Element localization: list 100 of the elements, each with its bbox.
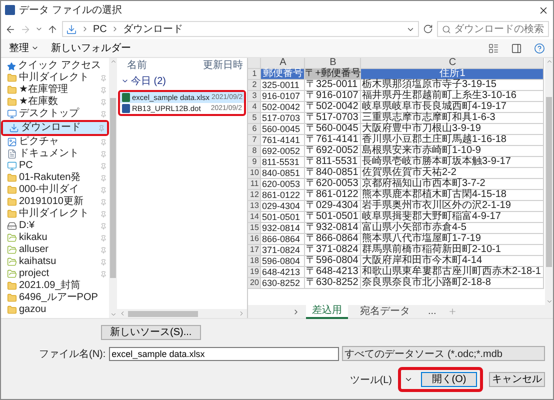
row-number: 3 [248, 91, 261, 102]
table-cell: 岩手県奥州市衣川区外の沢2-1-19 [361, 201, 544, 212]
table-cell: 〒761-4141 [305, 135, 361, 146]
column-header[interactable]: 名前 [127, 58, 147, 72]
organize-button[interactable]: 整理 [9, 41, 39, 55]
table-cell: 栃木県那須塩原市寺子3-19-15 [361, 80, 544, 91]
sidebar-item[interactable]: ピクチャ [1, 136, 109, 148]
sheet-tab[interactable]: 差込用 [306, 304, 348, 318]
row-number: 4 [248, 102, 261, 113]
open-button[interactable]: 開く(O) [421, 372, 477, 387]
new-source-button[interactable]: 新しいソース(S)... [101, 325, 201, 340]
sidebar-item[interactable]: project [1, 268, 109, 280]
column-letter: B [305, 58, 361, 69]
table-cell: 熊本県八代市塩屋町1-7-19 [361, 234, 544, 245]
table-cell: 648-4213 [261, 267, 305, 278]
sidebar-item[interactable]: クイック アクセス [1, 60, 109, 72]
sidebar-item[interactable]: 01-Rakuten発 [1, 172, 109, 184]
address-bar[interactable]: PC ダウンロード [62, 21, 419, 37]
row-number: 16 [248, 234, 261, 245]
table-cell: 〒325-0011 [305, 80, 361, 91]
sidebar-item[interactable]: デスクトップ [1, 108, 109, 120]
sidebar-item[interactable]: D:¥ [1, 220, 109, 232]
table-cell: 630-8252 [261, 278, 305, 289]
table-cell: 〒840-0851 [305, 168, 361, 179]
table-cell: 岐阜県揖斐郡大野町稲富4-9-17 [361, 212, 544, 223]
table-cell: 〒620-0053 [305, 179, 361, 190]
group-header[interactable]: 今日 (2) [117, 72, 247, 90]
sidebar-item[interactable]: alluser [1, 244, 109, 256]
sheet-tab[interactable]: 宛名データ [354, 306, 416, 318]
table-cell: 517-0703 [261, 113, 305, 124]
table-cell: 〒371-0824 [305, 245, 361, 256]
table-cell: 〒866-0864 [305, 234, 361, 245]
row-number: 10 [248, 168, 261, 179]
row-number: 18 [248, 256, 261, 267]
column-header[interactable]: 更新日時 [203, 58, 243, 72]
sidebar-item[interactable]: 000-中川ダイ [1, 184, 109, 196]
table-cell: 502-0042 [261, 102, 305, 113]
sidebar-item[interactable]: ★在庫数 [1, 96, 109, 108]
row-number: 8 [248, 146, 261, 157]
table-cell: 692-0052 [261, 146, 305, 157]
sidebar-item[interactable]: PC [1, 160, 109, 172]
table-cell: 富山県小矢部市赤倉4-5 [361, 223, 544, 234]
row-number: 7 [248, 135, 261, 146]
window-title: データ ファイルの選択 [19, 4, 123, 17]
table-cell: 福井県丹生郡越前町上糸生3-10-16 [361, 91, 544, 102]
table-cell: 和歌山県東牟婁郡古座川町西赤木2-18-1 [361, 267, 544, 278]
header-cell: 住所1 [361, 69, 544, 80]
breadcrumb[interactable]: PC [93, 24, 107, 34]
table-cell: 長崎県壱岐市勝本町坂本触3-9-17 [361, 157, 544, 168]
table-cell: 群馬県前橋市稲荷新田町2-10-1 [361, 245, 544, 256]
table-cell: 大阪府豊中市刀根山3-9-19 [361, 124, 544, 135]
table-cell: 〒692-0052 [305, 146, 361, 157]
row-number: 2 [248, 80, 261, 91]
file-type-dropdown[interactable]: すべてのデータソース (*.odc;*.mdb [342, 346, 545, 361]
more-sheets-button[interactable]: ... [422, 306, 442, 318]
table-cell: 岐阜県岐阜市長良城西町4-19-17 [361, 102, 544, 113]
table-cell: 〒029-4304 [305, 201, 361, 212]
sidebar-item[interactable]: gazou [1, 304, 109, 316]
cancel-button[interactable]: キャンセル [489, 372, 545, 387]
table-cell: 〒502-0042 [305, 102, 361, 113]
column-letter: C [361, 58, 544, 69]
table-cell: 866-0864 [261, 234, 305, 245]
table-cell: 〒932-0814 [305, 223, 361, 234]
sidebar-item[interactable]: ドキュメント [1, 148, 109, 160]
breadcrumb[interactable]: ダウンロード [122, 22, 183, 36]
table-cell: 大阪府岸和田市今木町4-14 [361, 256, 544, 267]
table-cell: 〒861-0122 [305, 190, 361, 201]
header-cell: 郵便番号 [261, 69, 305, 80]
filename-field[interactable]: excel_sample data.xlsx [108, 346, 339, 360]
sidebar-item[interactable]: ダウンロード [3, 122, 107, 134]
table-cell: 〒596-0804 [305, 256, 361, 267]
row-number: 5 [248, 113, 261, 124]
new-folder-button[interactable]: 新しいフォルダー [51, 41, 131, 55]
table-cell: 861-0122 [261, 190, 305, 201]
sidebar-item[interactable]: ★在庫管理 [1, 84, 109, 96]
table-cell: 932-0814 [261, 223, 305, 234]
row-number: 13 [248, 201, 261, 212]
search-field[interactable]: ダウンロードの検索 [437, 21, 549, 37]
table-cell: 029-4304 [261, 201, 305, 212]
sidebar-item[interactable]: 6496_ルアーPOP [1, 292, 109, 304]
table-cell: 620-0053 [261, 179, 305, 190]
row-number: 20 [248, 278, 261, 289]
sidebar-item[interactable]: kikaku [1, 232, 109, 244]
row-number: 12 [248, 190, 261, 201]
sidebar-item[interactable]: 中川ダイレクト [1, 72, 109, 84]
table-cell: 916-0107 [261, 91, 305, 102]
row-number: 11 [248, 179, 261, 190]
table-cell: 371-0824 [261, 245, 305, 256]
table-cell: 596-0804 [261, 256, 305, 267]
table-cell: 840-0851 [261, 168, 305, 179]
sidebar-item[interactable]: 中川ダイレクト [1, 208, 109, 220]
row-number: 1 [248, 69, 261, 80]
sidebar-item[interactable]: kaihatsu [1, 256, 109, 268]
table-cell: 〒648-4213 [305, 267, 361, 278]
tools-label[interactable]: ツール(L) [350, 372, 392, 386]
sidebar-item[interactable]: 20191010更新 [1, 196, 109, 208]
row-number: 9 [248, 157, 261, 168]
table-cell: 京都府福知山市西本町3-7-2 [361, 179, 544, 190]
sidebar-item[interactable]: 2021.09_封筒 [1, 280, 109, 292]
table-cell: 501-0501 [261, 212, 305, 223]
